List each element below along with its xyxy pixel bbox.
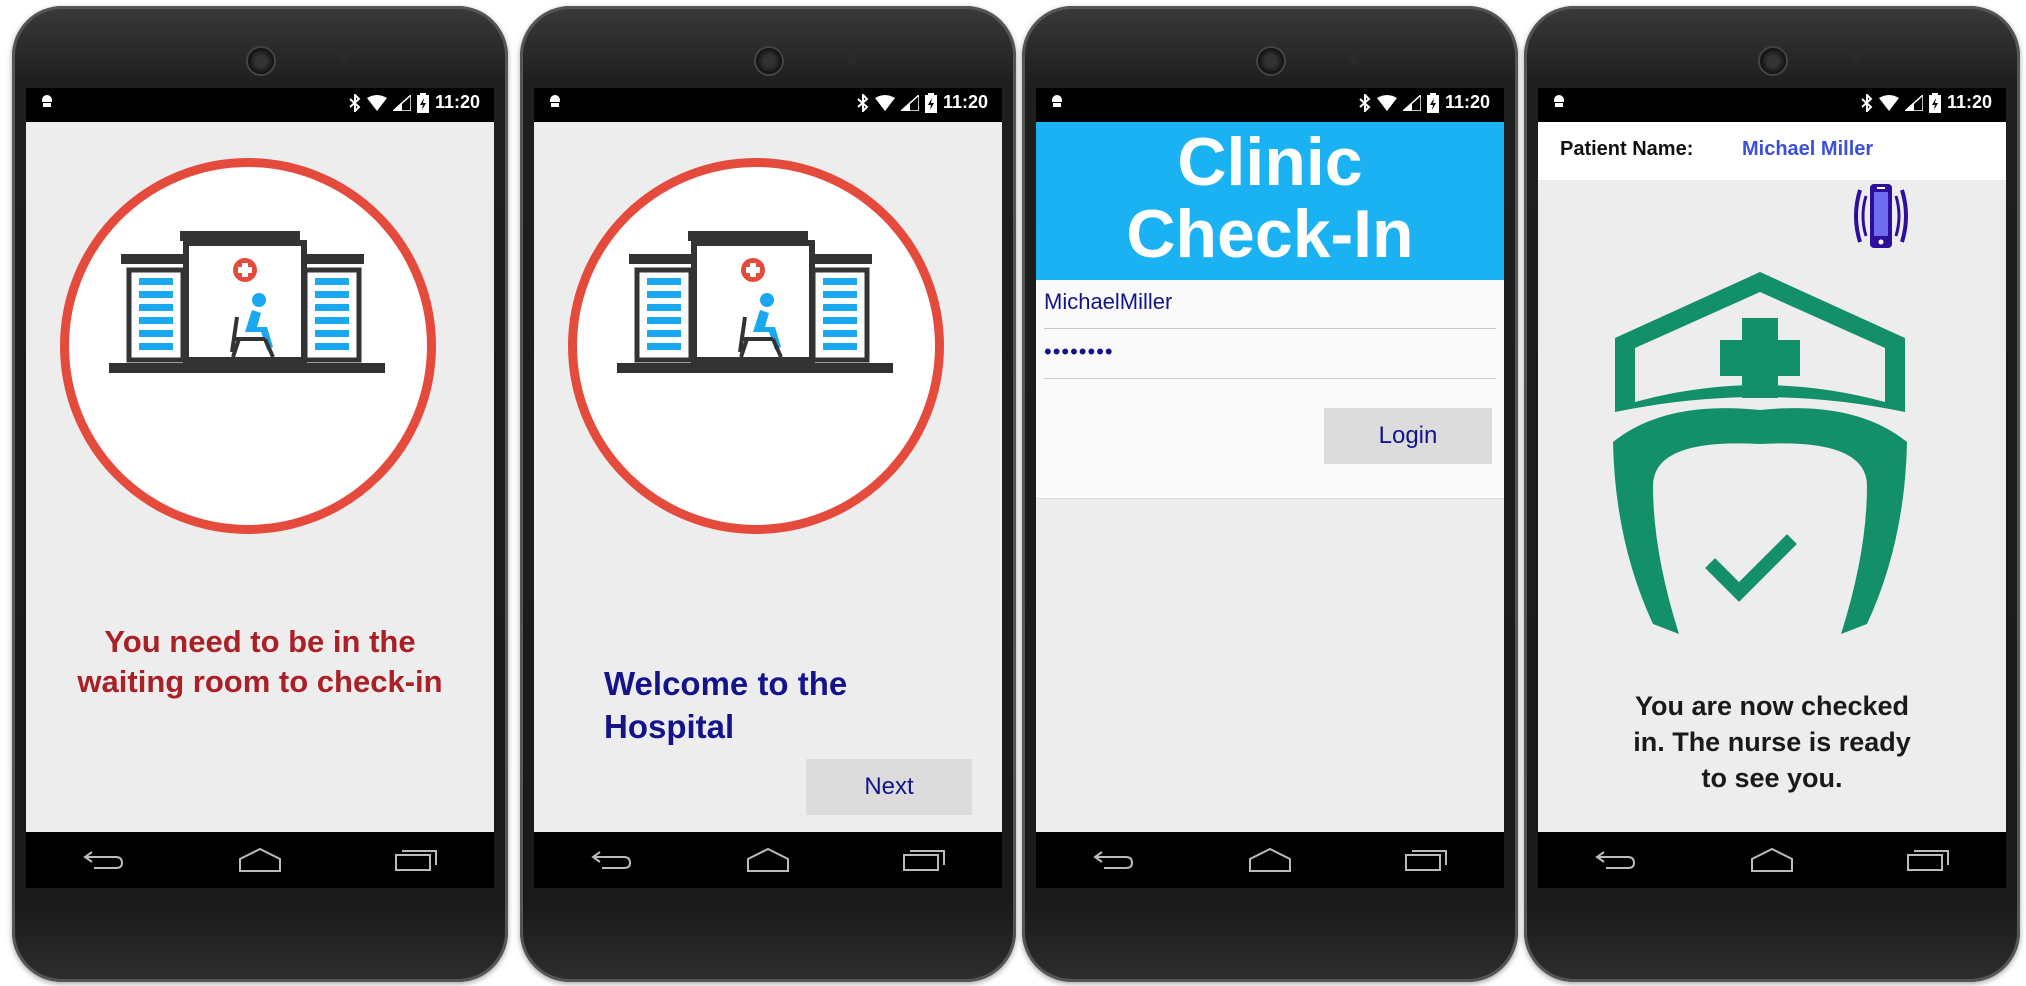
bluetooth-icon (349, 93, 361, 112)
login-button[interactable]: Login (1324, 408, 1492, 464)
bluetooth-icon (1861, 93, 1873, 112)
navigation-bar (1538, 832, 2006, 888)
status-time: 11:20 (942, 92, 988, 112)
back-button[interactable] (79, 845, 129, 875)
back-icon (1595, 851, 1636, 869)
password-field[interactable]: •••••••• (1044, 330, 1496, 379)
battery-icon (1928, 92, 1941, 113)
signal-icon (1402, 94, 1421, 111)
home-icon (239, 847, 281, 872)
waiting-room-illustration (60, 158, 436, 534)
phone-welcome: 11:20 Welcome to the Hospital Next (520, 6, 1016, 982)
navigation-bar (1036, 832, 1504, 888)
earpiece-speaker (754, 46, 784, 76)
patient-name-value: Michael Miller (1742, 138, 1874, 160)
waiting-room-icon (617, 231, 893, 373)
status-time: 11:20 (434, 92, 480, 112)
signal-icon (1904, 94, 1923, 111)
phone-proximity-icon[interactable] (1852, 178, 1910, 254)
proximity-sensor (339, 54, 350, 64)
android-notification-icon (42, 95, 52, 107)
home-button[interactable] (235, 845, 285, 875)
home-button[interactable] (1245, 845, 1295, 875)
recents-icon (1907, 850, 1949, 871)
recents-button[interactable] (1903, 845, 1953, 875)
recents-button[interactable] (1401, 845, 1451, 875)
home-icon (1751, 847, 1793, 872)
clinic-check-in-banner: Clinic Check-In (1036, 122, 1504, 280)
signal-icon (392, 94, 411, 111)
status-bar: 11:20 (1036, 88, 1504, 122)
signal-icon (900, 94, 919, 111)
home-button[interactable] (1747, 845, 1797, 875)
checked-in-message: You are now checked in. The nurse is rea… (1633, 691, 1911, 793)
waiting-room-icon (109, 231, 385, 373)
username-field[interactable]: MichaelMiller (1044, 280, 1496, 329)
status-bar: 11:20 (1538, 88, 2006, 122)
home-icon (747, 847, 789, 872)
login-form: MichaelMiller •••••••• Login (1036, 280, 1504, 499)
phone-waiting-room: 11:20 You need to be in the waiting room… (12, 6, 508, 982)
battery-icon (1426, 92, 1439, 113)
home-button[interactable] (743, 845, 793, 875)
earpiece-speaker (246, 46, 276, 76)
wifi-icon (874, 94, 895, 111)
screen-welcome: Welcome to the Hospital Next (534, 122, 1002, 832)
status-time: 11:20 (1946, 92, 1992, 112)
screen-login: Clinic Check-In MichaelMiller •••••••• L… (1036, 122, 1504, 832)
back-icon (83, 851, 124, 869)
recents-icon (903, 850, 945, 871)
waiting-room-message: You need to be in the waiting room to ch… (77, 624, 443, 699)
status-bar: 11:20 (26, 88, 494, 122)
proximity-sensor (1349, 54, 1360, 64)
waiting-room-illustration (568, 158, 944, 534)
earpiece-speaker (1256, 46, 1286, 76)
back-button[interactable] (587, 845, 637, 875)
wifi-icon (366, 94, 387, 111)
wifi-icon (1878, 94, 1899, 111)
phone-login: 11:20 Clinic Check-In MichaelMiller ••••… (1022, 6, 1518, 982)
home-icon (1249, 847, 1291, 872)
navigation-bar (26, 832, 494, 888)
back-button[interactable] (1089, 845, 1139, 875)
back-icon (1093, 851, 1134, 869)
navigation-bar (534, 832, 1002, 888)
battery-icon (416, 92, 429, 113)
screen-checked-in: Patient Name: Michael Miller You are now… (1538, 122, 2006, 832)
status-time: 11:20 (1444, 92, 1490, 112)
recents-icon (395, 850, 437, 871)
next-button[interactable]: Next (806, 759, 972, 815)
status-bar: 11:20 (534, 88, 1002, 122)
recents-button[interactable] (899, 845, 949, 875)
nurse-checked-icon (1613, 272, 1907, 634)
proximity-sensor (847, 54, 858, 64)
patient-name-label: Patient Name: (1560, 138, 1694, 160)
android-notification-icon (1554, 95, 1564, 107)
bluetooth-icon (1359, 93, 1371, 112)
android-notification-icon (1052, 95, 1062, 107)
bluetooth-icon (857, 93, 869, 112)
wifi-icon (1376, 94, 1397, 111)
battery-icon (924, 92, 937, 113)
proximity-sensor (1851, 54, 1862, 64)
recents-icon (1405, 850, 1447, 871)
phone-checked-in: 11:20 Patient Name: Michael Miller You a… (1524, 6, 2020, 982)
patient-name-row: Patient Name: Michael Miller (1538, 122, 2006, 180)
welcome-message: Welcome to the Hospital (604, 665, 848, 745)
android-notification-icon (550, 95, 560, 107)
recents-button[interactable] (391, 845, 441, 875)
back-icon (591, 851, 632, 869)
back-button[interactable] (1591, 845, 1641, 875)
earpiece-speaker (1758, 46, 1788, 76)
screen-waiting-room: You need to be in the waiting room to ch… (26, 122, 494, 832)
